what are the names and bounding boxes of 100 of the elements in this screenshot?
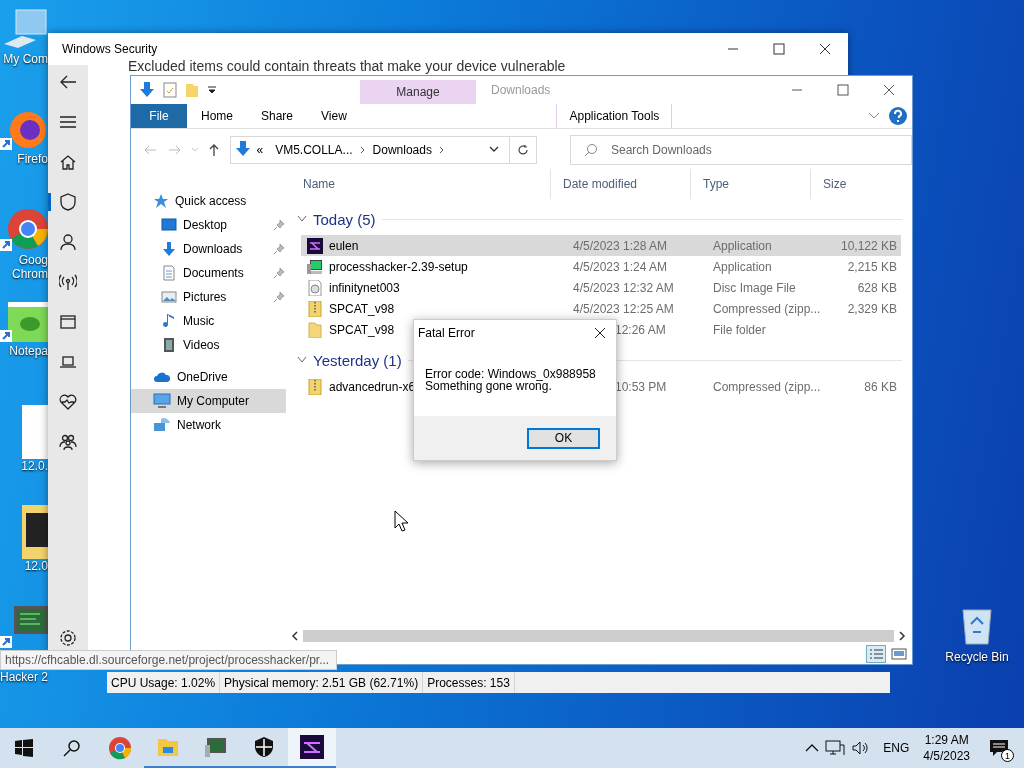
file-icon <box>22 405 48 459</box>
music-note-icon <box>161 313 177 329</box>
file-name[interactable]: SPCAT_v98 <box>329 301 395 316</box>
download-icon <box>234 140 251 157</box>
search-field[interactable]: Search Downloads <box>570 135 912 165</box>
nav-item[interactable]: Desktop <box>131 213 291 237</box>
scroll-left-icon <box>291 631 299 641</box>
tooltip: https://cfhcable.dl.sourceforge.net/project/processhacker/pr... <box>0 650 337 670</box>
download-icon <box>161 241 177 257</box>
path-overflow[interactable]: « <box>250 143 270 157</box>
nav-item[interactable]: Downloads <box>131 237 291 261</box>
monitor-icon <box>153 393 171 409</box>
shield-icon <box>59 193 77 211</box>
person-icon <box>59 233 77 251</box>
up-arrow-icon <box>208 143 220 157</box>
breadcrumb[interactable]: Downloads <box>366 143 438 157</box>
ribbon-tab[interactable]: Home <box>187 104 247 128</box>
dropdown-icon <box>207 85 217 95</box>
family-icon <box>59 433 77 451</box>
forward-arrow-icon <box>168 144 183 156</box>
column-header[interactable]: Date modified <box>551 169 691 199</box>
desktop-icon-label[interactable]: Recycle Bin <box>945 650 1009 664</box>
group-header[interactable]: Today (5) <box>313 210 376 228</box>
notepad-icon <box>0 300 48 344</box>
nav-item[interactable]: Documents <box>131 261 291 285</box>
collapse-icon <box>297 356 307 364</box>
folder-icon <box>22 505 48 559</box>
refresh-button[interactable] <box>510 136 537 164</box>
column-header[interactable]: Type <box>691 169 811 199</box>
close-icon <box>594 327 606 339</box>
taskbar-app[interactable] <box>288 728 336 768</box>
file-size: 628 KB <box>856 280 898 295</box>
recent-dropdown-icon <box>190 147 199 153</box>
column-header[interactable]: Size <box>811 169 891 199</box>
scroll-right-icon <box>898 631 906 641</box>
maximize-icon <box>837 84 849 96</box>
nav-item[interactable]: Videos <box>131 333 291 357</box>
document-icon <box>161 265 177 281</box>
nav-item[interactable]: Network <box>131 413 291 437</box>
file-size: 10,122 KB <box>839 238 898 253</box>
nav-item[interactable]: Music <box>131 309 291 333</box>
ribbon-tab[interactable]: Application Tools <box>556 104 673 128</box>
breadcrumb[interactable]: VM5.COLLA... <box>269 143 359 157</box>
dialog-title: Fatal Error <box>418 326 476 340</box>
status-text: CPU Usage: 1.02% <box>107 672 221 693</box>
file-date: 4/5/2023 12:25 AM <box>572 301 675 316</box>
file-name[interactable]: infinitynet003 <box>329 280 400 295</box>
ok-button[interactable]: OK <box>527 427 600 449</box>
notification-button[interactable]: 1 <box>984 736 1014 760</box>
file-name[interactable]: advancedrun-x6 <box>329 379 416 394</box>
monitor-icon <box>0 606 48 650</box>
chevron-down-icon <box>868 112 880 120</box>
folder-icon <box>307 321 323 338</box>
help-icon <box>888 106 908 126</box>
ribbon-tab[interactable]: View <box>307 104 361 128</box>
horizontal-scrollbar[interactable] <box>291 628 906 644</box>
details-view-button[interactable] <box>866 645 886 663</box>
ribbon-tab[interactable]: Share <box>247 104 308 128</box>
file-type: Disc Image File <box>712 280 797 295</box>
status-text: Physical memory: 2.51 GB (62.71%) <box>220 672 424 693</box>
file-name[interactable]: processhacker-2.39-setup <box>329 259 468 274</box>
search-icon <box>584 143 598 157</box>
file-type: Compressed (zipp... <box>712 301 821 316</box>
window-icon <box>59 313 77 331</box>
file-date: 4/5/2023 12:32 AM <box>572 280 675 295</box>
language-indicator[interactable]: ENG <box>883 741 910 755</box>
nav-item[interactable]: My Computer <box>131 389 286 413</box>
large-icons-view-button[interactable] <box>890 646 908 662</box>
column-header[interactable]: Name <box>291 169 551 199</box>
message-icon <box>989 739 1009 757</box>
picture-icon <box>161 289 177 305</box>
app-icon <box>307 237 323 254</box>
file-date: 12:26 AM <box>615 322 667 337</box>
context-tab-header: Manage <box>360 80 476 104</box>
file-type: File folder <box>712 322 767 337</box>
address-bar[interactable]: « VM5.COLLA... Downloads <box>229 136 511 164</box>
file-name[interactable]: SPCAT_v98 <box>329 322 395 337</box>
zip-folder-icon <box>307 300 323 317</box>
disc-file-icon <box>307 279 323 296</box>
nav-item[interactable]: Quick access <box>131 189 291 213</box>
file-type: Application <box>712 259 773 274</box>
file-size: 2,329 KB <box>846 301 898 316</box>
desktop-icon <box>161 217 177 233</box>
group-header[interactable]: Yesterday (1) <box>313 351 402 369</box>
settings-icon <box>59 629 77 647</box>
antenna-icon <box>59 273 77 291</box>
home-icon <box>59 153 77 171</box>
shield-icon <box>252 735 276 759</box>
close-icon <box>883 84 895 96</box>
laptop-icon <box>59 353 77 371</box>
app-icon <box>300 735 324 759</box>
ribbon-tab[interactable]: File <box>131 104 187 128</box>
nav-item[interactable]: OneDrive <box>131 365 291 389</box>
refresh-icon <box>517 144 530 156</box>
clock[interactable]: 1:29 AM 4/5/2023 <box>923 732 970 764</box>
file-name: eulen <box>329 238 359 253</box>
nav-item[interactable]: Pictures <box>131 285 291 309</box>
computer-icon <box>307 258 323 275</box>
file-size: 86 KB <box>863 379 898 394</box>
file-row[interactable]: eulen 4/5/2023 1:28 AM Application 10,122 KB <box>301 235 901 256</box>
